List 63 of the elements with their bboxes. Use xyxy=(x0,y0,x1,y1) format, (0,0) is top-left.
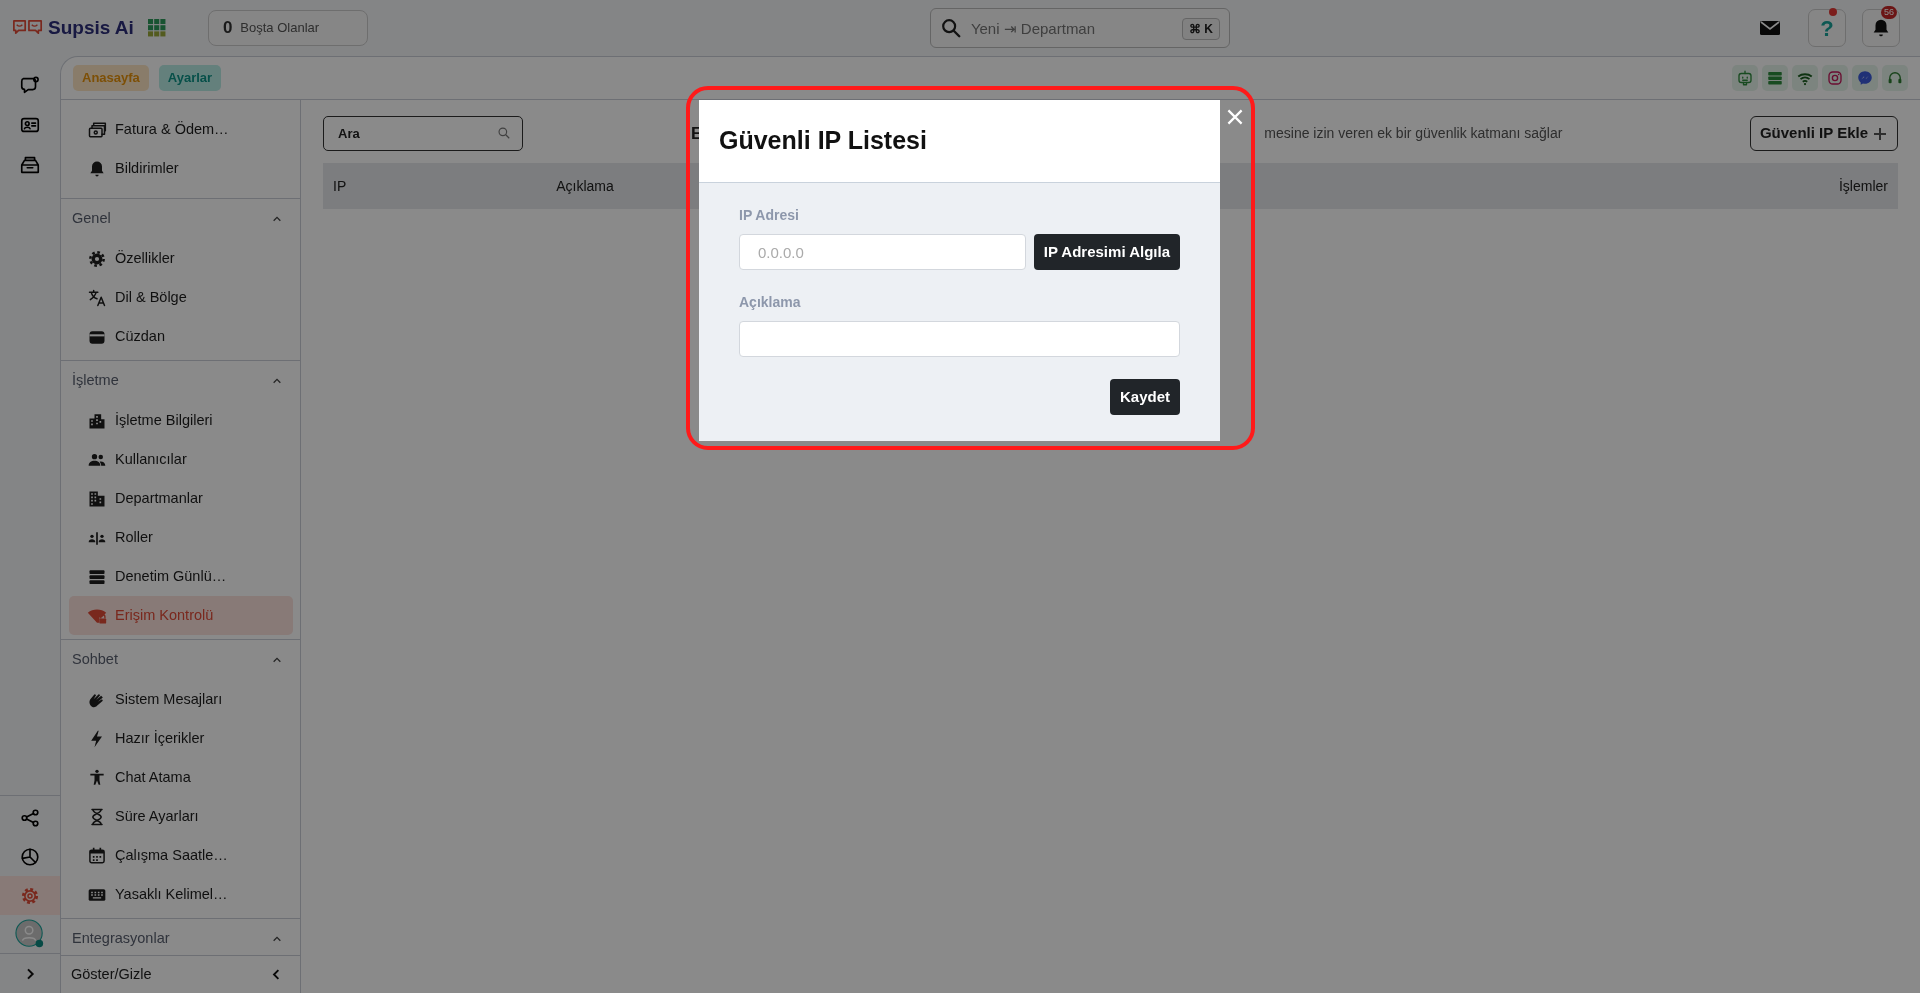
idle-label: Boşta Olanlar xyxy=(240,19,320,38)
save-button[interactable]: Kaydet xyxy=(1109,379,1180,415)
sidebar-item[interactable]: Özellikler xyxy=(69,239,293,278)
sidebar-item[interactable]: Kullanıcılar xyxy=(69,440,293,479)
app-grid-icon[interactable] xyxy=(147,19,166,37)
notifications-button[interactable]: 56 xyxy=(1862,9,1900,47)
group-title: Genel xyxy=(72,209,111,229)
search-icon xyxy=(497,126,511,140)
search-icon xyxy=(939,17,962,39)
share-icon xyxy=(19,806,41,829)
group-header[interactable]: Sohbet xyxy=(61,640,300,680)
sidebar-item[interactable]: Bildirimler xyxy=(69,149,293,188)
chat-bubble-icon xyxy=(19,74,41,96)
avatar-icon[interactable] xyxy=(15,919,45,949)
group-title: İşletme xyxy=(72,371,119,391)
settings-icon xyxy=(87,248,107,269)
sidebar-item[interactable]: Denetim Günlü… xyxy=(69,557,293,596)
group-title: Sohbet xyxy=(72,650,118,670)
modal-title: Güvenli IP Listesi xyxy=(719,125,927,157)
input-field[interactable] xyxy=(739,321,1180,357)
sidebar-item[interactable]: Dil & Bölge xyxy=(69,278,293,317)
sidebar-item[interactable]: Çalışma Saatle… xyxy=(69,836,293,875)
brand-name: Supsis Ai xyxy=(48,15,134,40)
toggle-label: Göster/Gizle xyxy=(71,964,152,984)
column-header: Açıklama xyxy=(556,176,614,196)
sidebar-item[interactable]: Yasaklı Kelimel… xyxy=(69,875,293,914)
search-field[interactable]: Ara xyxy=(323,116,523,151)
notification-count: 56 xyxy=(1881,6,1897,19)
inbox-tray-icon xyxy=(19,154,41,176)
input-field[interactable]: 0.0.0.0 xyxy=(739,234,1026,270)
sidebar-item[interactable]: Süre Ayarları xyxy=(69,797,293,836)
group-header[interactable]: İşletme xyxy=(61,361,300,401)
detect-ip-button[interactable]: IP Adresimi Algıla xyxy=(1033,234,1180,270)
sidebar-item[interactable]: Chat Atama xyxy=(69,758,293,797)
sidebar-item[interactable]: Fatura & Ödem… xyxy=(69,110,293,149)
plus-icon xyxy=(1872,125,1888,142)
column-header: IP xyxy=(333,176,347,196)
list-rows-icon[interactable] xyxy=(1766,69,1784,87)
camera-icon[interactable] xyxy=(1826,69,1844,87)
idle-count: 0 xyxy=(222,17,233,40)
sidebar-item[interactable]: İşletme Bilgileri xyxy=(69,401,293,440)
sidebar-item[interactable]: Roller xyxy=(69,518,293,557)
sidebar-item[interactable]: Hazır İçerikler xyxy=(69,719,293,758)
sidebar-item[interactable]: Sistem Mesajları xyxy=(69,680,293,719)
page-description: mesine izin veren ek bir güvenlik katmanı sağlar xyxy=(1264,124,1563,143)
sidebar-item[interactable]: Departmanlar xyxy=(69,479,293,518)
field-label: IP Adresi xyxy=(739,206,800,225)
robot-icon[interactable] xyxy=(1736,69,1754,87)
sidebar-item[interactable]: Cüzdan xyxy=(69,317,293,356)
column-header: İşlemler xyxy=(1839,176,1888,196)
translate-icon xyxy=(87,287,107,308)
chat-bubble-icon[interactable] xyxy=(1856,69,1874,87)
standing-person-icon xyxy=(87,767,107,788)
add-ip-button[interactable]: Güvenli IP Ekle xyxy=(1749,116,1898,151)
group-header[interactable]: Genel xyxy=(61,199,300,239)
group-header[interactable]: Entegrasyonlar xyxy=(61,919,300,955)
shortcut-key: ⌘ K xyxy=(1181,18,1220,40)
pie-chart-icon xyxy=(19,845,41,868)
group-title: Entegrasyonlar xyxy=(72,929,170,949)
calendar-icon xyxy=(87,845,107,866)
field-label: Açıklama xyxy=(739,293,802,312)
idle-counter[interactable]: 0 Boşta Olanlar xyxy=(207,10,368,46)
nav-rail-button[interactable] xyxy=(0,876,60,915)
